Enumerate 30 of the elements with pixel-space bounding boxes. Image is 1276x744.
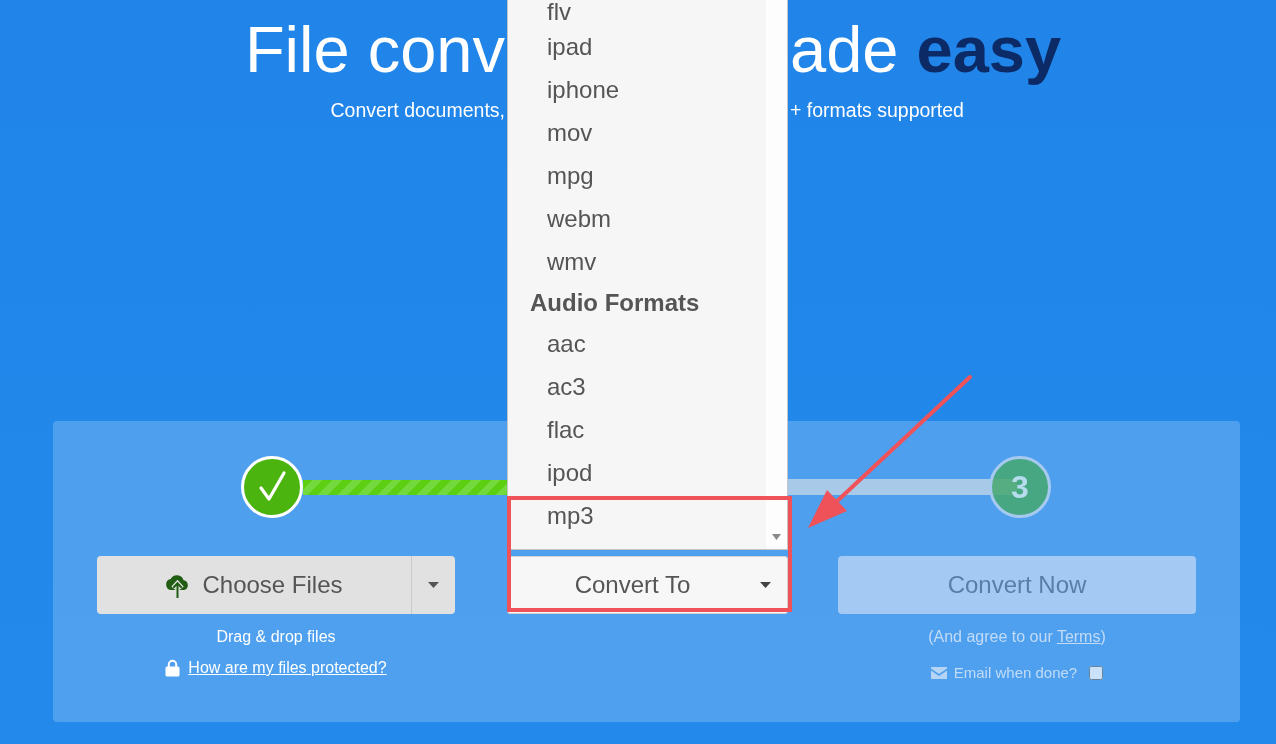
step-number: 3 [989, 456, 1051, 518]
scroll-down-icon [772, 534, 781, 540]
format-option[interactable]: ipad [508, 25, 593, 68]
format-option[interactable]: ipod [508, 451, 593, 494]
page-subtitle: + formats supported [790, 98, 964, 123]
caret-icon [428, 582, 439, 588]
format-option[interactable]: aac [508, 322, 586, 365]
scrollbar[interactable] [766, 0, 787, 549]
format-option[interactable]: mpg [508, 154, 594, 197]
lock-icon [165, 659, 181, 677]
format-option[interactable]: mp3 [508, 494, 594, 537]
format-option[interactable]: iphone [508, 68, 620, 111]
drag-drop-hint: Drag & drop files [216, 627, 336, 647]
page-title: ade easy [790, 12, 1063, 88]
terms-note: (And agree to our Terms) [928, 627, 1106, 647]
envelope-icon [930, 667, 947, 679]
format-option[interactable]: ac3 [508, 365, 586, 408]
format-option[interactable]: webm [508, 197, 612, 240]
choose-files-button[interactable]: Choose Files [97, 556, 411, 614]
email-label: Email when done? [953, 663, 1078, 683]
option-group-label: Audio Formats [529, 288, 700, 318]
format-option[interactable]: flac [508, 408, 585, 451]
convert-to-select[interactable]: Convert To [507, 556, 788, 614]
page-subtitle: Convert documents, [330, 98, 505, 123]
format-option[interactable]: flv [508, 0, 571, 25]
page-title: File conv [243, 12, 505, 88]
upload-options-button[interactable] [411, 556, 455, 614]
caret-icon [760, 582, 771, 588]
format-option[interactable]: mov [508, 111, 593, 154]
format-option[interactable]: wmv [508, 240, 597, 283]
